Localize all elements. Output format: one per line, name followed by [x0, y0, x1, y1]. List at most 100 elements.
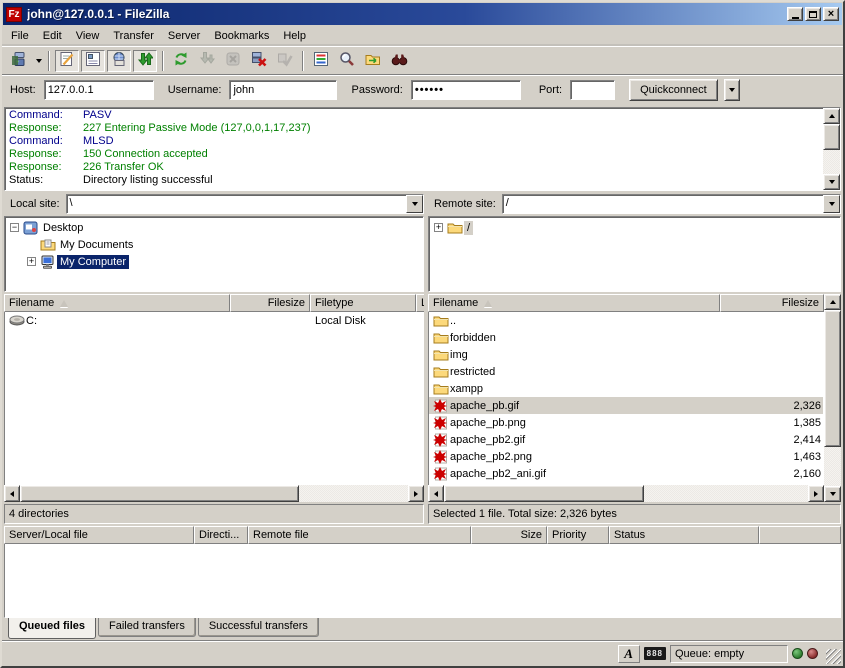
- menu-item-edit[interactable]: Edit: [36, 27, 69, 45]
- directory-comparison-button[interactable]: [335, 50, 359, 72]
- menu-item-help[interactable]: Help: [276, 27, 313, 45]
- tab-failed-transfers[interactable]: Failed transfers: [98, 618, 196, 637]
- scroll-up-button[interactable]: [823, 108, 840, 124]
- file-row-apache-pb-png[interactable]: apache_pb.png1,385: [429, 414, 823, 431]
- quickconnect-dropdown-button[interactable]: [724, 79, 740, 101]
- local-hscrollbar[interactable]: [4, 485, 424, 502]
- tab-queued-files[interactable]: Queued files: [8, 618, 96, 639]
- local-site-combobox[interactable]: \: [66, 194, 424, 214]
- column-header-filetype[interactable]: Filetype: [310, 294, 416, 312]
- column-header-blank[interactable]: [759, 526, 841, 544]
- column-header-l[interactable]: L: [416, 294, 424, 312]
- menu-item-file[interactable]: File: [4, 27, 36, 45]
- tab-successful-transfers[interactable]: Successful transfers: [198, 618, 319, 637]
- password-input[interactable]: [411, 80, 521, 100]
- port-input[interactable]: [570, 80, 615, 100]
- column-header-server-local-file[interactable]: Server/Local file: [4, 526, 194, 544]
- close-button[interactable]: ×: [823, 7, 839, 21]
- scroll-left-button[interactable]: [428, 485, 444, 502]
- file-row-c-[interactable]: C:Local Disk: [5, 312, 423, 329]
- column-header-directi-[interactable]: Directi...: [194, 526, 248, 544]
- scroll-left-button[interactable]: [4, 485, 20, 502]
- scroll-right-button[interactable]: [808, 485, 824, 502]
- column-header-priority[interactable]: Priority: [547, 526, 609, 544]
- local-site-dropdown-button[interactable]: [406, 195, 423, 213]
- file-row-apache-pb2-gif[interactable]: apache_pb2.gif2,414: [429, 431, 823, 448]
- file-row--[interactable]: ..: [429, 312, 823, 329]
- menu-item-server[interactable]: Server: [161, 27, 207, 45]
- tree-item-my-computer[interactable]: +My Computer: [5, 253, 423, 270]
- scroll-thumb[interactable]: [823, 124, 840, 150]
- queue-tabs: Queued filesFailed transfersSuccessful t…: [4, 618, 841, 640]
- resize-grip[interactable]: [826, 649, 841, 664]
- remote-vscrollbar[interactable]: [824, 294, 841, 502]
- column-header-filesize[interactable]: Filesize: [720, 294, 824, 312]
- speed-limit-icon[interactable]: 888: [644, 647, 666, 660]
- scroll-thumb[interactable]: [824, 310, 841, 447]
- remote-list-header: Filename Filesize: [428, 294, 824, 312]
- find-files-button[interactable]: [387, 50, 411, 72]
- scroll-track[interactable]: [823, 124, 840, 174]
- file-row-apache-pb2-png[interactable]: apache_pb2.png1,463: [429, 448, 823, 465]
- expand-icon[interactable]: +: [434, 223, 443, 232]
- synchronized-browsing-button[interactable]: [361, 50, 385, 72]
- username-input[interactable]: [229, 80, 337, 100]
- remote-site-dropdown-button[interactable]: [823, 195, 840, 213]
- file-row-apache-pb2-ani-gif[interactable]: apache_pb2_ani.gif2,160: [429, 465, 823, 482]
- remote-hscrollbar[interactable]: [428, 485, 824, 502]
- toggle-remote-tree-button[interactable]: [107, 50, 131, 72]
- remote-site-label: Remote site:: [428, 195, 502, 213]
- column-header-label: Filename: [433, 297, 478, 309]
- scroll-down-button[interactable]: [823, 174, 840, 190]
- toggle-transfer-queue-button[interactable]: [133, 50, 157, 72]
- filter-button[interactable]: [309, 50, 333, 72]
- log-line-text: 226 Transfer OK: [83, 161, 164, 174]
- collapse-icon[interactable]: −: [10, 223, 19, 232]
- column-header-status[interactable]: Status: [609, 526, 759, 544]
- chevron-down-icon: [412, 202, 418, 206]
- file-row-img[interactable]: img: [429, 346, 823, 363]
- toolbar: [2, 46, 843, 74]
- scroll-track[interactable]: [444, 485, 808, 502]
- tree-item-desktop[interactable]: −Desktop: [5, 219, 423, 236]
- disconnect-button[interactable]: [247, 50, 271, 72]
- site-manager-icon: [11, 51, 28, 70]
- file-row-forbidden[interactable]: forbidden: [429, 329, 823, 346]
- transfer-type-button[interactable]: A: [618, 645, 640, 663]
- minimize-button[interactable]: [787, 7, 803, 21]
- column-header-filename[interactable]: Filename: [428, 294, 720, 312]
- menu-item-transfer[interactable]: Transfer: [106, 27, 161, 45]
- site-manager-button[interactable]: [7, 50, 31, 72]
- scroll-right-button[interactable]: [408, 485, 424, 502]
- scroll-up-button[interactable]: [824, 294, 841, 310]
- tree-item-my-documents[interactable]: My Documents: [5, 236, 423, 253]
- scroll-down-button[interactable]: [824, 486, 841, 502]
- quickconnect-button[interactable]: Quickconnect: [629, 79, 718, 101]
- message-log-vscrollbar[interactable]: [823, 108, 840, 190]
- scroll-thumb[interactable]: [20, 485, 299, 502]
- site-manager-dropdown-button[interactable]: [33, 50, 44, 72]
- toggle-local-tree-button[interactable]: [81, 50, 105, 72]
- file-cell-filesize: 2,326: [721, 400, 824, 412]
- maximize-button[interactable]: [805, 7, 821, 21]
- arrow-right-icon: [814, 491, 818, 497]
- file-row-apache-pb-gif[interactable]: apache_pb.gif2,326: [429, 397, 823, 414]
- remote-site-combobox[interactable]: /: [502, 194, 841, 214]
- host-input[interactable]: [44, 80, 154, 100]
- column-header-filesize[interactable]: Filesize: [230, 294, 310, 312]
- menu-item-bookmarks[interactable]: Bookmarks: [207, 27, 276, 45]
- tree-item--[interactable]: +/: [429, 219, 840, 236]
- column-header-filename[interactable]: Filename: [4, 294, 230, 312]
- refresh-button[interactable]: [169, 50, 193, 72]
- column-header-remote-file[interactable]: Remote file: [248, 526, 471, 544]
- menu-item-view[interactable]: View: [69, 27, 107, 45]
- column-header-size[interactable]: Size: [471, 526, 547, 544]
- file-cell-name: img: [429, 347, 721, 362]
- expand-icon[interactable]: +: [27, 257, 36, 266]
- scroll-track[interactable]: [20, 485, 408, 502]
- scroll-track[interactable]: [824, 310, 841, 486]
- file-row-restricted[interactable]: restricted: [429, 363, 823, 380]
- file-row-xampp[interactable]: xampp: [429, 380, 823, 397]
- scroll-thumb[interactable]: [444, 485, 644, 502]
- toggle-message-log-button[interactable]: [55, 50, 79, 72]
